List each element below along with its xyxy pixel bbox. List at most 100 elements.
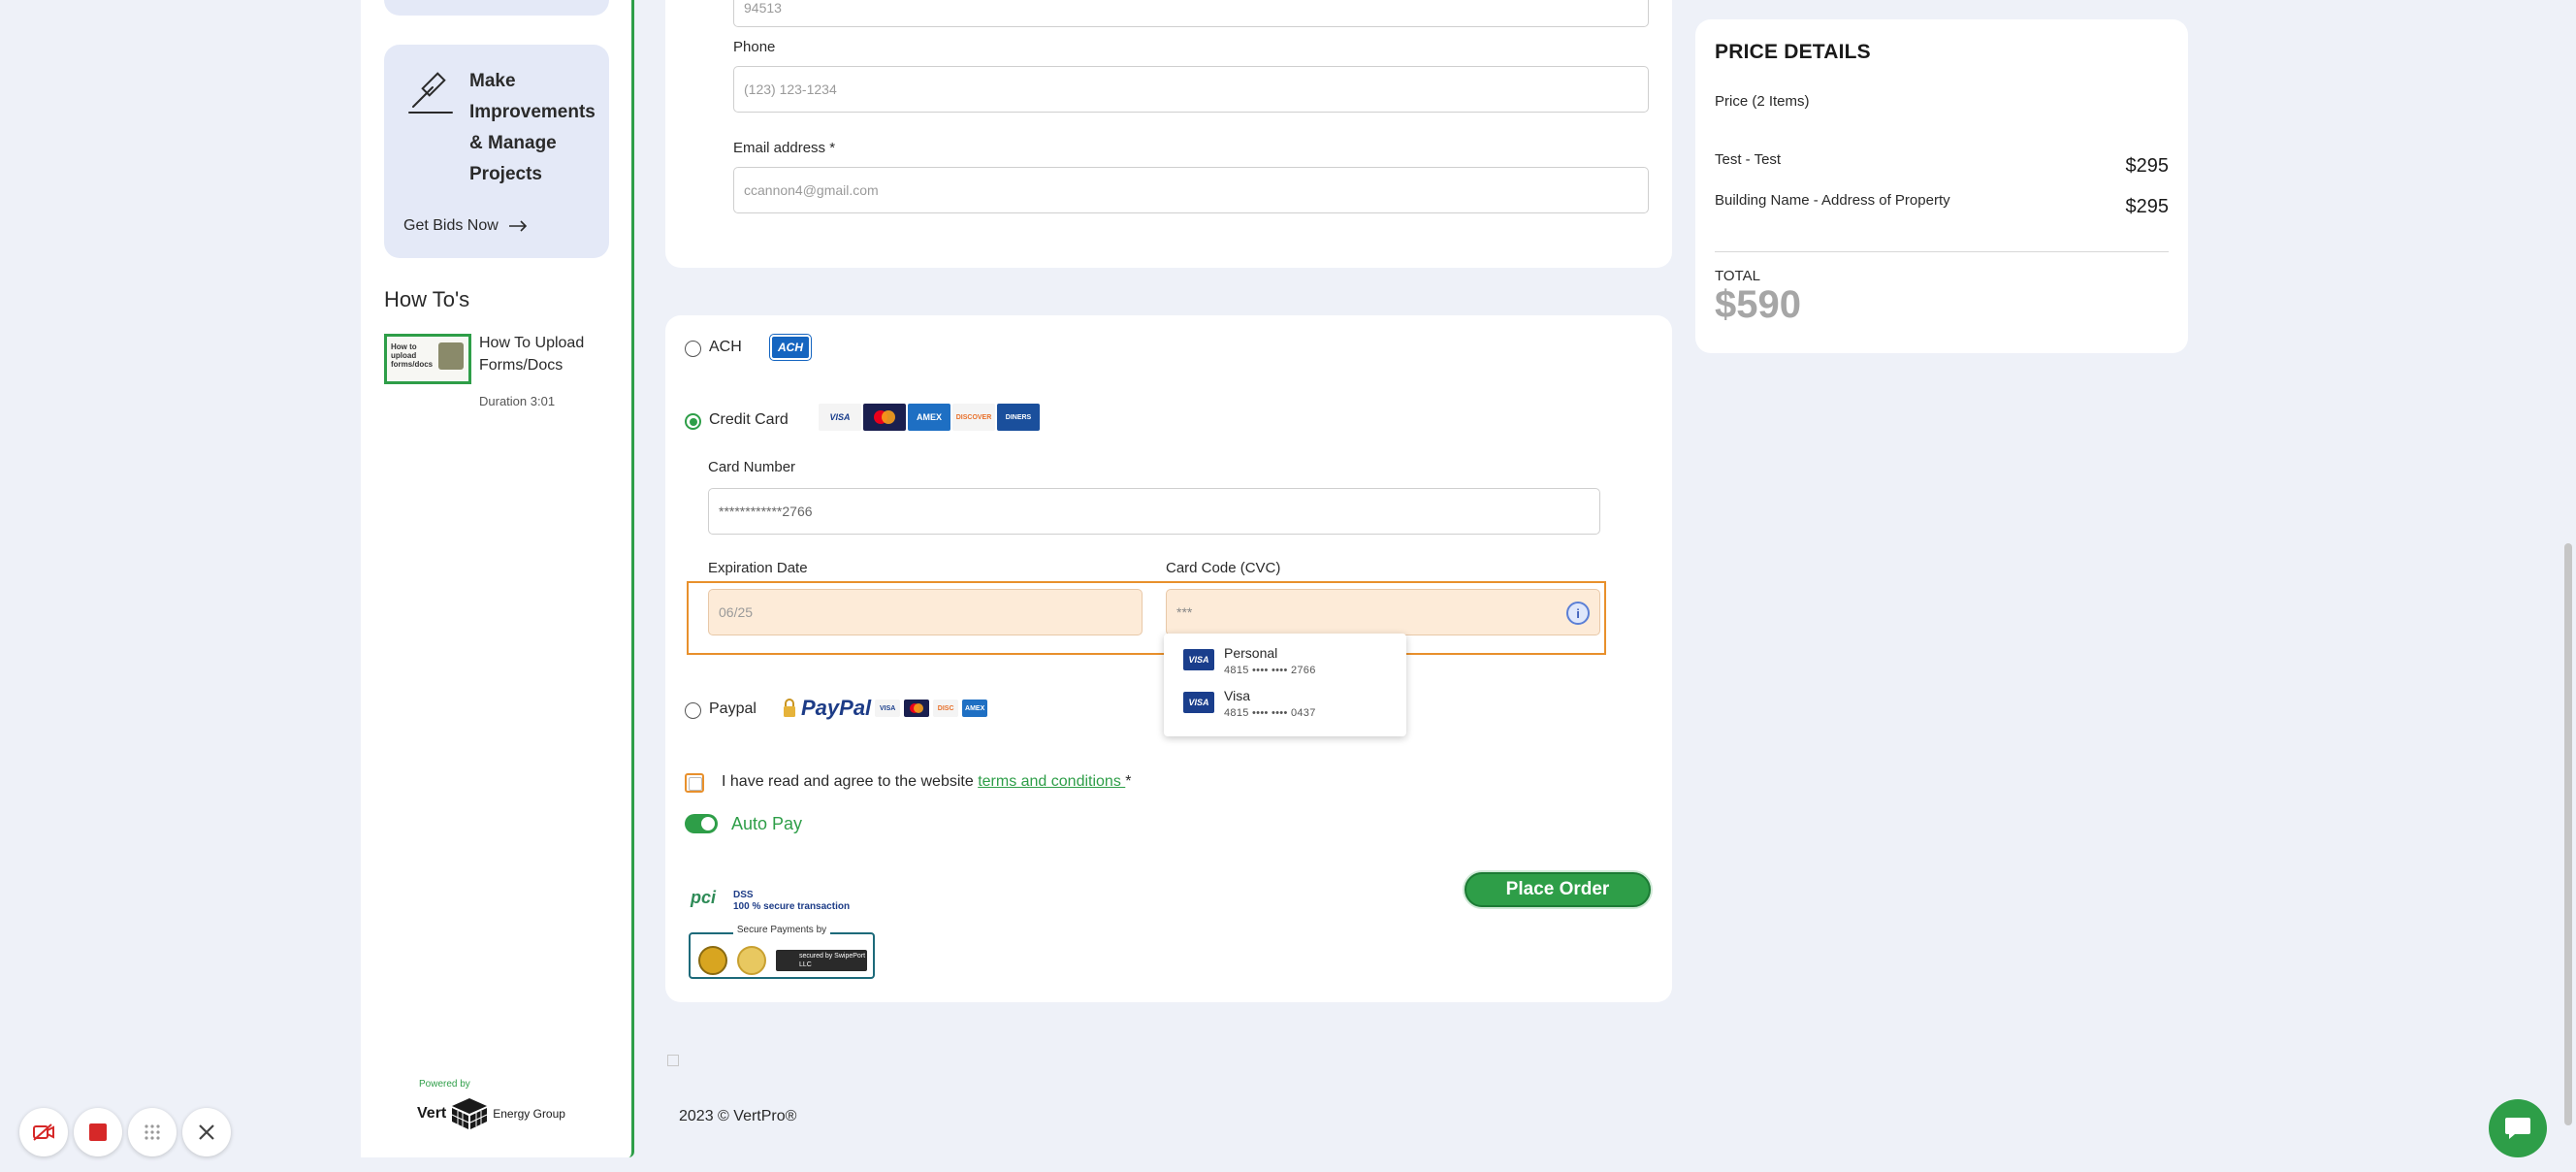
price-item-count: Price (2 Items): [1715, 93, 1810, 110]
paypal-logo: PayPal VISA DISC AMEX: [782, 696, 988, 721]
get-bids-link[interactable]: Get Bids Now: [403, 217, 528, 235]
brand-cube-icon: [452, 1098, 488, 1129]
secure-payments-title: Secure Payments by: [732, 925, 831, 935]
footer-copyright: 2023 © VertPro®: [679, 1108, 797, 1124]
email-label: Email address *: [733, 140, 836, 156]
chat-button[interactable]: [2489, 1099, 2547, 1157]
total-value: $590: [1715, 283, 1801, 326]
saved-card-option[interactable]: VISA Visa 4815 •••• •••• 0437: [1164, 682, 1406, 725]
brand-suffix: Energy Group: [493, 1107, 565, 1121]
mastercard-mini-icon: [904, 700, 930, 717]
terms-link[interactable]: terms and conditions: [978, 773, 1125, 790]
pci-dss-label: DSS: [733, 890, 754, 900]
zip-field[interactable]: 94513: [733, 0, 1649, 27]
cvc-field[interactable]: *** i: [1166, 589, 1600, 635]
saved-card-number: 4815 •••• •••• 2766: [1224, 665, 1316, 676]
amex-mini-icon: AMEX: [962, 700, 988, 717]
chat-icon: [2505, 1118, 2530, 1139]
get-bids-label: Get Bids Now: [403, 217, 499, 234]
card-number-label: Card Number: [708, 459, 796, 475]
close-icon: [199, 1124, 214, 1140]
stop-icon: [89, 1123, 107, 1141]
credit-card-label: Credit Card: [709, 411, 789, 428]
grid-dots-icon: [145, 1124, 160, 1140]
credit-card-radio[interactable]: [685, 413, 701, 430]
vert-energy-logo: Vert Energy Group: [417, 1096, 565, 1131]
amex-logo: AMEX: [908, 404, 950, 431]
cvc-label: Card Code (CVC): [1166, 560, 1281, 576]
autofill-info-icon[interactable]: i: [1566, 602, 1590, 625]
expiration-label: Expiration Date: [708, 560, 808, 576]
price-item-name: Building Name - Address of Property: [1715, 192, 1950, 209]
placeholder-checkbox: [667, 1055, 679, 1066]
sidebar-top-card: [384, 0, 609, 16]
paypal-label: Paypal: [709, 700, 757, 717]
camera-off-icon: [33, 1123, 54, 1141]
arrow-right-icon: [508, 220, 527, 232]
saved-cards-dropdown: VISA Personal 4815 •••• •••• 2766 VISA V…: [1164, 634, 1406, 736]
price-item-name: Test - Test: [1715, 151, 1782, 168]
phone-label: Phone: [733, 39, 776, 55]
paypal-radio[interactable]: [685, 702, 701, 719]
ach-label: ACH: [709, 339, 742, 355]
improvements-title: Make Improvements & Manage Projects: [469, 71, 596, 184]
email-field[interactable]: ccannon4@gmail.com: [733, 167, 1649, 213]
saved-card-name: Personal: [1224, 645, 1278, 661]
price-item-amount: $295: [2125, 196, 2170, 217]
pci-logo-icon: pci: [691, 888, 717, 907]
saved-card-name: Visa: [1224, 688, 1250, 703]
saved-card-number: 4815 •••• •••• 0437: [1224, 707, 1316, 719]
cvc-value: ***: [1176, 604, 1193, 620]
total-label: TOTAL: [1715, 268, 1760, 284]
discover-logo: DISCOVER: [952, 404, 995, 431]
howto-video-thumbnail[interactable]: How to upload forms/docs: [384, 334, 471, 384]
discover-mini-icon: DISC: [933, 700, 959, 717]
price-item-amount: $295: [2125, 155, 2170, 177]
trust-seal-icon: [737, 946, 766, 975]
lock-icon: [784, 699, 795, 717]
phone-field[interactable]: (123) 123-1234: [733, 66, 1649, 113]
sidebar: Make Improvements & Manage Projects Get …: [361, 0, 634, 1157]
thumbnail-photo: [438, 342, 464, 370]
secure-payments-badge: Secure Payments by secured by SwipePort …: [689, 925, 875, 979]
visa-card-icon: VISA: [1183, 692, 1214, 713]
thumbnail-caption: How to upload forms/docs: [391, 342, 434, 369]
pci-dss-badge: pci DSS 100 % secure transaction: [691, 888, 850, 915]
close-toolbar-button[interactable]: [182, 1108, 231, 1156]
payment-method-card: ACH ACH Credit Card VISA AMEX DISCOVER D…: [665, 315, 1672, 1002]
price-details-card: PRICE DETAILS Price (2 Items) Test - Tes…: [1695, 19, 2188, 353]
visa-card-icon: VISA: [1183, 649, 1214, 670]
autopay-toggle[interactable]: [685, 814, 718, 833]
ach-radio[interactable]: [685, 341, 701, 357]
security-seal-icon: [698, 946, 727, 975]
improvements-card[interactable]: Make Improvements & Manage Projects Get …: [384, 45, 609, 258]
page-scrollbar[interactable]: [2564, 543, 2572, 1125]
saved-card-option[interactable]: VISA Personal 4815 •••• •••• 2766: [1164, 639, 1406, 682]
terms-required-mark: *: [1125, 773, 1132, 790]
gavel-icon: [408, 72, 453, 114]
camera-off-button[interactable]: [19, 1108, 68, 1156]
grid-menu-button[interactable]: [128, 1108, 177, 1156]
stop-recording-button[interactable]: [74, 1108, 122, 1156]
visa-logo: VISA: [819, 404, 861, 431]
pci-secure-text: 100 % secure transaction: [733, 901, 851, 912]
visa-mini-icon: VISA: [875, 700, 901, 717]
powered-by-label: Powered by: [419, 1079, 470, 1090]
howtos-heading: How To's: [384, 287, 470, 311]
terms-checkbox[interactable]: [685, 773, 704, 793]
place-order-button[interactable]: Place Order: [1465, 872, 1651, 907]
ach-logo: ACH: [770, 335, 811, 360]
mastercard-logo: [863, 404, 906, 431]
terms-text: I have read and agree to the website ter…: [722, 773, 1132, 791]
address-form-card: 94513 Phone (123) 123-1234 Email address…: [665, 0, 1672, 268]
expiration-field[interactable]: 06/25: [708, 589, 1143, 635]
howto-video-title[interactable]: How To Upload Forms/Docs: [479, 332, 605, 376]
price-details-title: PRICE DETAILS: [1715, 41, 1871, 63]
diners-club-logo: DINERS: [997, 404, 1040, 431]
swipeport-badge: secured by SwipePort LLC: [776, 950, 867, 971]
howto-video-duration: Duration 3:01: [479, 394, 556, 408]
brand-name: Vert: [417, 1105, 447, 1122]
price-divider: [1715, 251, 2169, 252]
autopay-label: Auto Pay: [731, 814, 803, 833]
card-number-field[interactable]: ************2766: [708, 488, 1600, 535]
